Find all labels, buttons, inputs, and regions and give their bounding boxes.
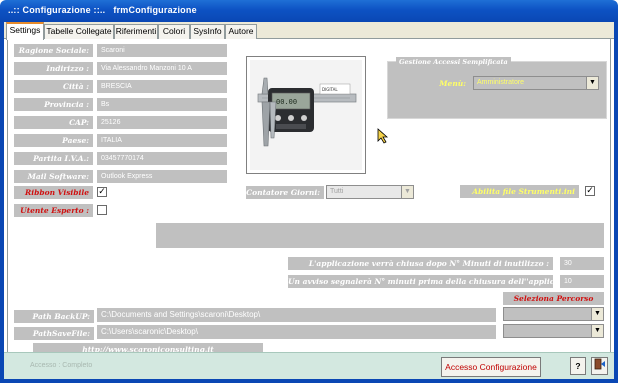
path-backup-label: Path BackUP: [14, 310, 94, 323]
tab-strip: Settings Tabelle Collegate Riferimenti C… [4, 22, 614, 40]
accesso-configurazione-button[interactable]: Accesso Configurazione [441, 357, 541, 377]
mouse-cursor [377, 128, 389, 144]
chevron-down-icon[interactable]: ▼ [586, 77, 598, 89]
indirizzo-field[interactable]: Via Alessandro Manzoni 10 A [97, 62, 227, 75]
window-client: Settings Tabelle Collegate Riferimenti C… [4, 22, 614, 379]
path-savefile-combo[interactable]: ▼ [503, 324, 604, 338]
provincia-label: Provincia : [14, 98, 93, 111]
tab-sysinfo[interactable]: SysInfo [190, 24, 225, 39]
window-title: ..:: Configurazione ::.. frmConfigurazio… [8, 5, 197, 15]
mail-software-field[interactable]: Outlook Express [97, 170, 227, 183]
chevron-down-icon[interactable]: ▼ [401, 186, 413, 198]
contatore-giorni-value: Tutti [330, 188, 344, 195]
question-icon: ? [575, 361, 581, 371]
menu-combo[interactable]: Amministratore ▼ [473, 76, 599, 90]
svg-text:DIGITAL: DIGITAL [322, 87, 338, 92]
mail-software-label: Mail Software: [14, 170, 93, 183]
tab-tabelle-collegate[interactable]: Tabelle Collegate [44, 24, 114, 39]
window-titlebar[interactable]: ..:: Configurazione ::.. frmConfigurazio… [0, 0, 618, 22]
chiusura-minuti-field[interactable]: 30 [560, 257, 604, 270]
contatore-giorni-combo[interactable]: Tutti ▼ [326, 185, 414, 199]
gestione-accessi-title: Gestione Accessi Semplificata [396, 57, 511, 67]
help-button[interactable]: ? [570, 357, 586, 375]
tab-settings[interactable]: Settings [6, 22, 44, 40]
accesso-status: Accesso : Completo [30, 362, 93, 369]
tab-colori[interactable]: Colori [158, 24, 190, 39]
info-bar [156, 223, 604, 248]
caliper-image: 00.00 DIGITAL [250, 60, 362, 170]
utente-esperto-label: Utente Esperto : [14, 204, 93, 217]
ragione-sociale-label: Ragione Sociale: [14, 44, 93, 57]
gestione-accessi-group [387, 61, 607, 119]
partita-iva-label: Partita I.V.A.: [14, 152, 93, 165]
path-backup-field[interactable]: C:\Documents and Settings\scaroni\Deskto… [97, 308, 496, 322]
provincia-field[interactable]: Bs [97, 98, 227, 111]
avviso-minuti-field[interactable]: 10 [560, 275, 604, 288]
indirizzo-label: Indirizzo : [14, 62, 93, 75]
chiusura-label: L'applicazione verrà chiusa dopo N° Minu… [288, 257, 553, 270]
menu-combo-value: Amministratore [477, 79, 525, 86]
product-image-frame: 00.00 DIGITAL [246, 56, 366, 174]
cap-label: CAP: [14, 116, 93, 129]
abilita-file-label: Abilita file Strumenti.ini [460, 185, 579, 198]
path-savefile-label: PathSaveFile: [14, 327, 94, 340]
citta-label: Città : [14, 80, 93, 93]
citta-field[interactable]: BRESCIA [97, 80, 227, 93]
settings-panel: Ragione Sociale: Scaroni Indirizzo : Via… [7, 39, 611, 356]
svg-text:00.00: 00.00 [276, 98, 297, 106]
contatore-giorni-label: Contatore Giorni: [246, 186, 324, 199]
paese-label: Paese: [14, 134, 93, 147]
exit-button[interactable] [591, 357, 608, 375]
path-savefile-field[interactable]: C:\Users\scaronic\Desktop\ [97, 325, 496, 339]
chevron-down-icon[interactable]: ▼ [591, 325, 603, 337]
utente-esperto-checkbox[interactable] [97, 205, 107, 215]
tab-riferimenti[interactable]: Riferimenti [114, 24, 158, 39]
partita-iva-field[interactable]: 03457770174 [97, 152, 227, 165]
seleziona-percorso-label: Seleziona Percorso [503, 292, 604, 305]
ragione-sociale-field[interactable]: Scaroni [97, 44, 227, 57]
tab-autore[interactable]: Autore [225, 24, 257, 39]
ribbon-visibile-label: Ribbon Visibile [14, 186, 93, 199]
window-frame-bottom [0, 379, 618, 383]
menu-label: Menù: [439, 79, 466, 88]
abilita-file-checkbox[interactable]: ✓ [585, 186, 595, 196]
exit-door-icon [594, 358, 606, 372]
avviso-label: Un avviso segnalerà N° minuti prima dell… [288, 275, 553, 288]
ribbon-visibile-checkbox[interactable]: ✓ [97, 187, 107, 197]
chevron-down-icon[interactable]: ▼ [591, 308, 603, 320]
status-bar: Accesso : Completo Accesso Configurazion… [4, 352, 614, 379]
cap-field[interactable]: 25126 [97, 116, 227, 129]
paese-field[interactable]: ITALIA [97, 134, 227, 147]
path-backup-combo[interactable]: ▼ [503, 307, 604, 321]
window-frame-right [614, 22, 618, 383]
